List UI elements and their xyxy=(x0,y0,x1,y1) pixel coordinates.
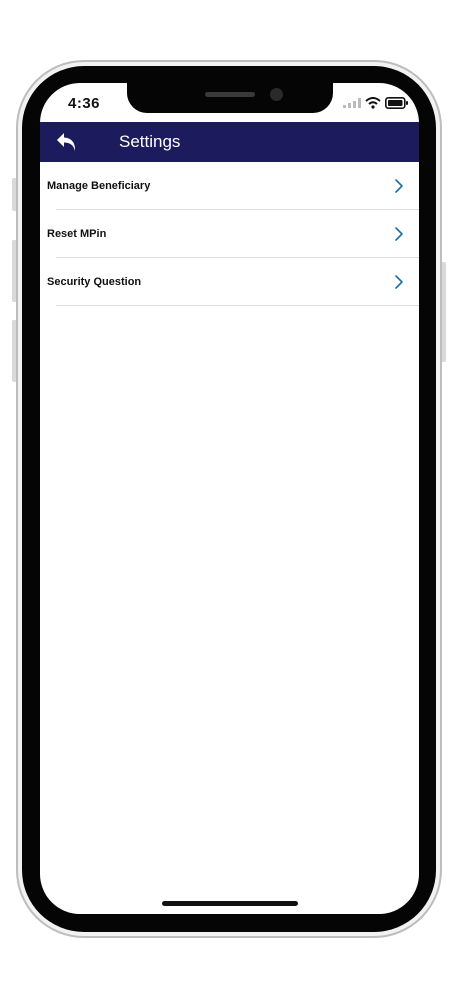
status-icons xyxy=(343,97,409,109)
settings-item-security-question[interactable]: Security Question xyxy=(40,258,419,306)
front-camera xyxy=(270,88,283,101)
settings-item-manage-beneficiary[interactable]: Manage Beneficiary xyxy=(40,162,419,210)
list-divider xyxy=(56,305,419,306)
settings-item-reset-mpin[interactable]: Reset MPin xyxy=(40,210,419,258)
notch xyxy=(127,83,333,113)
home-indicator[interactable] xyxy=(162,901,298,906)
back-button[interactable] xyxy=(54,128,82,156)
wifi-icon xyxy=(365,97,381,109)
settings-item-label: Manage Beneficiary xyxy=(47,180,151,192)
signal-icon xyxy=(343,98,361,108)
settings-item-label: Reset MPin xyxy=(47,228,107,240)
status-time: 4:36 xyxy=(68,95,101,112)
back-arrow-icon xyxy=(57,133,76,151)
battery-icon xyxy=(385,97,408,109)
settings-item-label: Security Question xyxy=(47,276,142,288)
page-title: Settings xyxy=(119,132,181,151)
speaker-grille xyxy=(205,92,255,97)
settings-list: Manage Beneficiary Reset MPin Security Q… xyxy=(40,162,419,306)
navigation-bar: Settings xyxy=(40,122,419,162)
chevron-right-icon xyxy=(395,179,403,193)
screen: 4:36 Settings Manage Beneficiary Reset M… xyxy=(40,83,419,914)
chevron-right-icon xyxy=(395,275,403,289)
chevron-right-icon xyxy=(395,227,403,241)
